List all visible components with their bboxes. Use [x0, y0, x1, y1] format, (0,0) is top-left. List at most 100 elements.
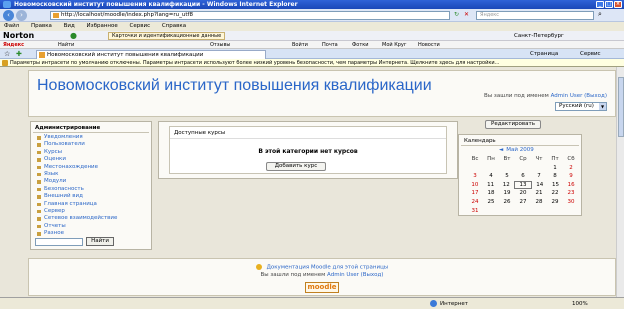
calendar-day[interactable]: 2	[563, 164, 579, 173]
user-link[interactable]: Admin User	[551, 93, 583, 99]
footer-logout-link[interactable]: (Выход)	[361, 272, 384, 278]
calendar-day	[467, 164, 483, 173]
language-select[interactable]: Русский (ru) ▼	[555, 102, 607, 111]
admin-item-grades[interactable]: Оценки	[37, 156, 117, 163]
vertical-scrollbar[interactable]	[616, 67, 624, 297]
admin-item-appearance[interactable]: Внешний вид	[37, 193, 117, 200]
maximize-button[interactable]: □	[605, 1, 613, 8]
yandex-news[interactable]: Новости	[418, 41, 440, 49]
admin-item-frontpage[interactable]: Главная страница	[37, 201, 117, 208]
menu-help[interactable]: Справка	[162, 23, 186, 29]
edit-button[interactable]: Редактировать	[485, 120, 541, 129]
calendar-day[interactable]: 16	[563, 181, 579, 190]
stop-icon[interactable]: ✕	[464, 11, 469, 18]
moodle-logo[interactable]: moodle	[305, 282, 339, 293]
calendar-day[interactable]: 25	[483, 198, 499, 207]
menu-tools[interactable]: Сервис	[130, 23, 151, 29]
favorites-star-icon[interactable]: ☆	[4, 49, 10, 59]
admin-item-networking[interactable]: Сетевое взаимодействие	[37, 215, 117, 222]
admin-item-notifications[interactable]: Уведомления	[37, 134, 117, 141]
calendar-day[interactable]: 31	[467, 207, 483, 216]
calendar-day[interactable]: 4	[483, 172, 499, 181]
login-prefix: Вы зашли под именем	[484, 93, 549, 99]
admin-item-modules[interactable]: Модули	[37, 178, 117, 185]
calendar-day	[563, 207, 579, 216]
menu-edit[interactable]: Правка	[31, 23, 52, 29]
calendar-day[interactable]: 9	[563, 172, 579, 181]
calendar-day[interactable]: 3	[467, 172, 483, 181]
identity-cards-button[interactable]: Карточки и идентификационные данные	[108, 32, 226, 40]
calendar-day[interactable]: 5	[499, 172, 515, 181]
zoom-level[interactable]: 100%	[572, 298, 588, 309]
calendar-day[interactable]: 15	[548, 181, 564, 190]
page-menu[interactable]: Страница	[530, 49, 558, 59]
menu-favorites[interactable]: Избранное	[87, 23, 118, 29]
yandex-mail[interactable]: Почта	[322, 41, 338, 49]
tab-favicon	[39, 52, 45, 58]
search-input[interactable]: Яндекс	[476, 11, 594, 20]
yandex-find[interactable]: Найти	[58, 41, 74, 49]
refresh-icon[interactable]: ↻	[454, 11, 459, 18]
address-bar[interactable]: http://localhost/moodle/index.php?lang=r…	[50, 11, 450, 20]
admin-block-title: Администрирование	[35, 125, 101, 131]
calendar-day[interactable]: 30	[563, 198, 579, 207]
norton-check-icon[interactable]: ●	[70, 31, 77, 41]
yandex-login[interactable]: Войти	[292, 41, 308, 49]
admin-item-users[interactable]: Пользователи	[37, 141, 117, 148]
minimize-button[interactable]: _	[596, 1, 604, 8]
add-favorite-icon[interactable]: ✚	[16, 49, 22, 59]
calendar-day[interactable]: 19	[499, 189, 515, 198]
calendar-day[interactable]: 8	[547, 172, 563, 181]
calendar-day[interactable]: 6	[515, 172, 531, 181]
calendar-day	[483, 207, 499, 216]
add-course-button[interactable]: Добавить курс	[266, 162, 326, 171]
calendar-day[interactable]: 10	[467, 181, 483, 190]
tools-menu[interactable]: Сервис	[580, 49, 601, 59]
back-arrow-icon[interactable]: ‹	[3, 10, 14, 21]
calendar-day[interactable]: 13	[514, 180, 532, 190]
yandex-reviews[interactable]: Отзывы	[210, 41, 230, 49]
yandex-moikrug[interactable]: Мой Круг	[382, 41, 407, 49]
site-footer: Документация Moodle для этой страницы Вы…	[28, 258, 616, 296]
calendar-day[interactable]: 11	[483, 181, 499, 190]
search-icon[interactable]: ⌕	[598, 10, 602, 19]
calendar-day[interactable]: 14	[532, 181, 548, 190]
calendar-day	[499, 207, 515, 216]
calendar-day[interactable]: 17	[467, 189, 483, 198]
admin-search-input[interactable]	[35, 238, 83, 246]
logout-link[interactable]: (Выход)	[584, 93, 607, 99]
calendar-day[interactable]: 28	[531, 198, 547, 207]
shield-icon	[2, 60, 8, 66]
moodle-docs-link[interactable]: Документация Moodle для этой страницы	[267, 265, 389, 271]
calendar-day[interactable]: 24	[467, 198, 483, 207]
info-bar[interactable]: Параметры интрасети по умолчанию отключе…	[0, 59, 624, 67]
tab-moodle[interactable]: Новомосковский институт повышения квалиф…	[36, 50, 266, 59]
prev-month-icon[interactable]: ◄	[499, 147, 503, 153]
calendar-weekday: Пн	[487, 156, 495, 162]
admin-item-courses[interactable]: Курсы	[37, 149, 117, 156]
admin-item-location[interactable]: Местонахождение	[37, 164, 117, 171]
calendar-day[interactable]: 1	[547, 164, 563, 173]
admin-item-reports[interactable]: Отчеты	[37, 223, 117, 230]
menu-view[interactable]: Вид	[64, 23, 75, 29]
footer-login-prefix: Вы зашли под именем	[260, 272, 326, 278]
calendar-day[interactable]: 21	[531, 189, 547, 198]
calendar-day[interactable]: 26	[499, 198, 515, 207]
admin-item-language[interactable]: Язык	[37, 171, 117, 178]
calendar-day	[531, 207, 547, 216]
menu-file[interactable]: Файл	[4, 23, 19, 29]
admin-search-button[interactable]: Найти	[86, 237, 114, 246]
yandex-photos[interactable]: Фотки	[352, 41, 369, 49]
calendar-day[interactable]: 23	[563, 189, 579, 198]
calendar-day[interactable]: 12	[498, 181, 514, 190]
calendar-day[interactable]: 18	[483, 189, 499, 198]
calendar-day[interactable]: 27	[515, 198, 531, 207]
calendar-day[interactable]: 29	[547, 198, 563, 207]
language-value: Русский (ru)	[559, 103, 594, 109]
footer-user-link[interactable]: Admin User	[327, 272, 359, 278]
calendar-day[interactable]: 22	[547, 189, 563, 198]
forward-arrow-icon[interactable]: ›	[16, 10, 27, 21]
calendar-day[interactable]: 20	[515, 189, 531, 198]
calendar-day[interactable]: 7	[531, 172, 547, 181]
close-button[interactable]: ×	[614, 1, 622, 8]
